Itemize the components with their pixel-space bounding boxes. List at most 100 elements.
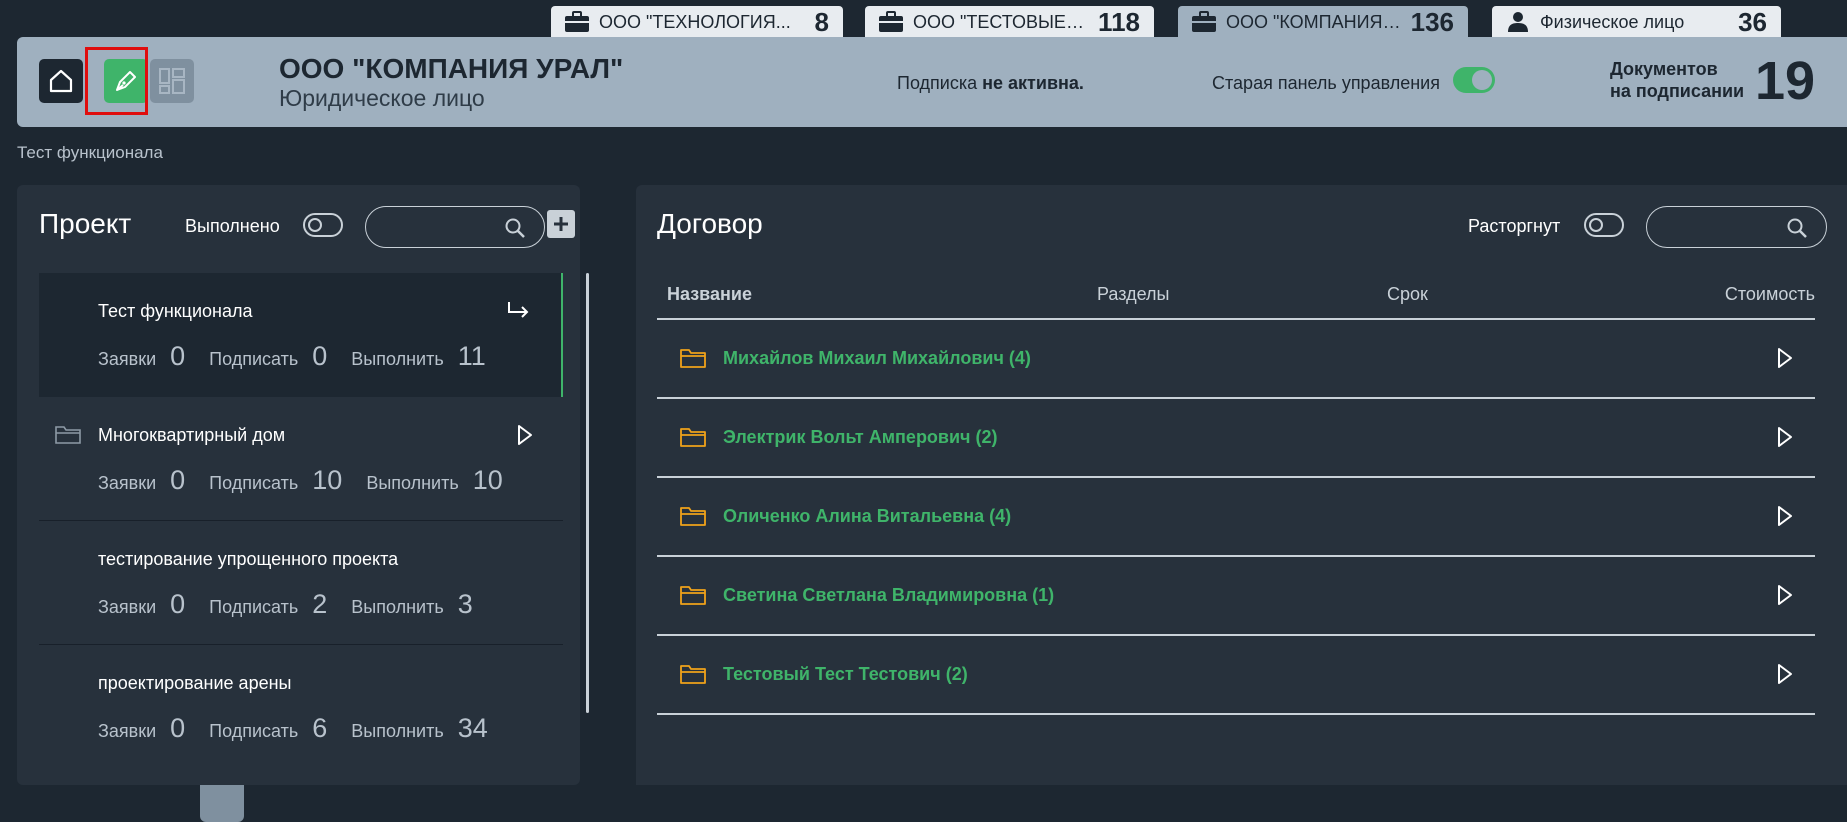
company-header: ООО "КОМПАНИЯ УРАЛ" Юридическое лицо Под… xyxy=(17,37,1847,822)
project-search-input[interactable] xyxy=(380,215,502,241)
requests-count: 0 xyxy=(170,465,186,495)
folder-icon xyxy=(680,349,706,368)
contract-row[interactable]: Тестовый Тест Тестович (2) xyxy=(657,636,1815,715)
old-panel-label: Старая панель управления xyxy=(1212,73,1440,93)
contract-row[interactable]: Оличенко Алина Витальевна (4) xyxy=(657,478,1815,557)
contract-name[interactable]: Электрик Вольт Амперович (2) xyxy=(723,427,998,448)
project-search[interactable] xyxy=(365,206,545,248)
tab-label: Физическое лицо xyxy=(1540,11,1685,32)
sign-count: 0 xyxy=(312,341,328,371)
old-panel-toggle[interactable] xyxy=(1453,67,1495,93)
toggle-knob xyxy=(1589,218,1603,232)
breadcrumb[interactable]: Тест функционала xyxy=(17,143,163,163)
terminated-filter-label: Расторгнут xyxy=(1468,216,1561,236)
project-stats: Заявки 0 Подписать 0 Выполнить 11 xyxy=(98,341,510,372)
terminated-filter-toggle[interactable] xyxy=(1584,213,1624,237)
contract-search-input[interactable] xyxy=(1661,215,1784,241)
do-count: 34 xyxy=(457,713,488,743)
do-label: Выполнить xyxy=(351,597,444,617)
play-icon[interactable] xyxy=(1775,662,1795,686)
contract-name[interactable]: Светина Светлана Владимировна (1) xyxy=(723,585,1054,606)
do-count: 11 xyxy=(457,341,486,371)
add-project-button[interactable] xyxy=(547,210,575,238)
folder-icon xyxy=(55,426,81,444)
requests-count: 0 xyxy=(170,589,186,619)
project-panel-title: Проект xyxy=(39,208,132,239)
project-stats: Заявки 0 Подписать 6 Выполнить 34 xyxy=(98,713,512,744)
tab-count: 8 xyxy=(814,6,829,37)
tab-company-kompaniya-ural[interactable]: ООО "КОМПАНИЯ У... 136 xyxy=(1178,6,1468,38)
docs-on-signing-count[interactable]: 19 xyxy=(1755,51,1815,111)
sign-count: 6 xyxy=(312,713,328,743)
do-count: 10 xyxy=(472,465,503,495)
tab-company-testovye[interactable]: ООО "ТЕСТОВЫЕ Р... 118 xyxy=(865,6,1154,38)
folder-icon xyxy=(680,665,706,684)
project-name: Тест функционала xyxy=(98,301,253,321)
done-filter-label: Выполнено xyxy=(185,216,280,236)
contract-table-header: Название Разделы Срок Стоимость xyxy=(657,282,1815,320)
contract-search[interactable] xyxy=(1646,206,1827,248)
briefcase-icon xyxy=(877,10,905,34)
column-sections[interactable]: Разделы xyxy=(1097,284,1169,305)
briefcase-icon xyxy=(1190,10,1218,34)
tab-count: 136 xyxy=(1410,6,1454,37)
contract-name[interactable]: Михайлов Михаил Михайлович (4) xyxy=(723,348,1031,369)
contract-row[interactable]: Светина Светлана Владимировна (1) xyxy=(657,557,1815,636)
dashboard-icon xyxy=(159,68,185,94)
requests-label: Заявки xyxy=(98,349,157,369)
toggle-knob xyxy=(308,218,322,232)
requests-count: 0 xyxy=(170,341,186,371)
done-filter-toggle[interactable] xyxy=(303,213,343,237)
column-cost[interactable]: Стоимость xyxy=(1725,284,1815,305)
requests-label: Заявки xyxy=(98,721,157,741)
play-icon[interactable] xyxy=(1775,583,1795,607)
play-icon[interactable] xyxy=(1775,425,1795,449)
sign-label: Подписать xyxy=(209,349,299,369)
play-icon[interactable] xyxy=(1775,504,1795,528)
sign-label: Подписать xyxy=(209,597,299,617)
project-item[interactable]: проектирование арены Заявки 0 Подписать 6 … xyxy=(39,645,563,762)
search-icon[interactable] xyxy=(1786,217,1808,239)
project-item[interactable]: Тест функционала Заявки 0 Подписать 0 Выпо… xyxy=(39,273,563,397)
tab-label: ООО "ТЕХНОЛОГИЯ... xyxy=(599,11,791,32)
contract-row[interactable]: Электрик Вольт Амперович (2) xyxy=(657,399,1815,478)
project-item[interactable]: тестирование упрощенного проекта Заявки 0… xyxy=(39,521,563,645)
sign-count: 2 xyxy=(312,589,328,619)
project-name: тестирование упрощенного проекта xyxy=(98,549,399,569)
contract-name[interactable]: Оличенко Алина Витальевна (4) xyxy=(723,506,1011,527)
sign-label: Подписать xyxy=(209,473,299,493)
company-name: ООО "КОМПАНИЯ УРАЛ" xyxy=(279,53,624,84)
tab-individual[interactable]: Физическое лицо 36 xyxy=(1492,6,1781,38)
tab-count: 118 xyxy=(1098,6,1140,37)
tab-label: ООО "ТЕСТОВЫЕ Р... xyxy=(913,11,1089,32)
project-list-scrollbar[interactable] xyxy=(586,273,589,713)
contract-name[interactable]: Тестовый Тест Тестович (2) xyxy=(723,664,968,685)
column-term[interactable]: Срок xyxy=(1387,284,1428,305)
subscription-label: Подписка xyxy=(897,73,978,93)
do-label: Выполнить xyxy=(351,349,444,369)
project-item[interactable]: Многоквартирный дом Заявки 0 Подписать 10 … xyxy=(39,397,563,521)
do-label: Выполнить xyxy=(366,473,459,493)
person-icon xyxy=(1504,10,1532,34)
do-label: Выполнить xyxy=(351,721,444,741)
tab-count: 36 xyxy=(1738,6,1767,37)
briefcase-icon xyxy=(563,10,591,34)
search-icon[interactable] xyxy=(504,217,526,239)
play-icon[interactable] xyxy=(1775,346,1795,370)
project-name: Многоквартирный дом xyxy=(98,425,286,445)
home-button[interactable] xyxy=(39,59,83,103)
enter-project-icon[interactable] xyxy=(505,299,533,325)
project-name: проектирование арены xyxy=(98,673,292,693)
tab-company-tekhnologiya[interactable]: ООО "ТЕХНОЛОГИЯ... 8 xyxy=(551,6,843,38)
play-icon[interactable] xyxy=(515,423,535,447)
folder-icon xyxy=(680,586,706,605)
contract-row[interactable]: Михайлов Михаил Михайлович (4) xyxy=(657,320,1815,399)
project-stats: Заявки 0 Подписать 10 Выполнить 10 xyxy=(98,465,527,496)
subscription-value: не активна. xyxy=(982,73,1084,93)
dashboard-button[interactable] xyxy=(150,59,194,103)
column-name[interactable]: Название xyxy=(667,284,752,305)
toggle-knob xyxy=(1472,70,1492,90)
docs-label-line2: на подписании xyxy=(1610,81,1745,101)
requests-label: Заявки xyxy=(98,597,157,617)
highlight-frame xyxy=(85,47,148,115)
